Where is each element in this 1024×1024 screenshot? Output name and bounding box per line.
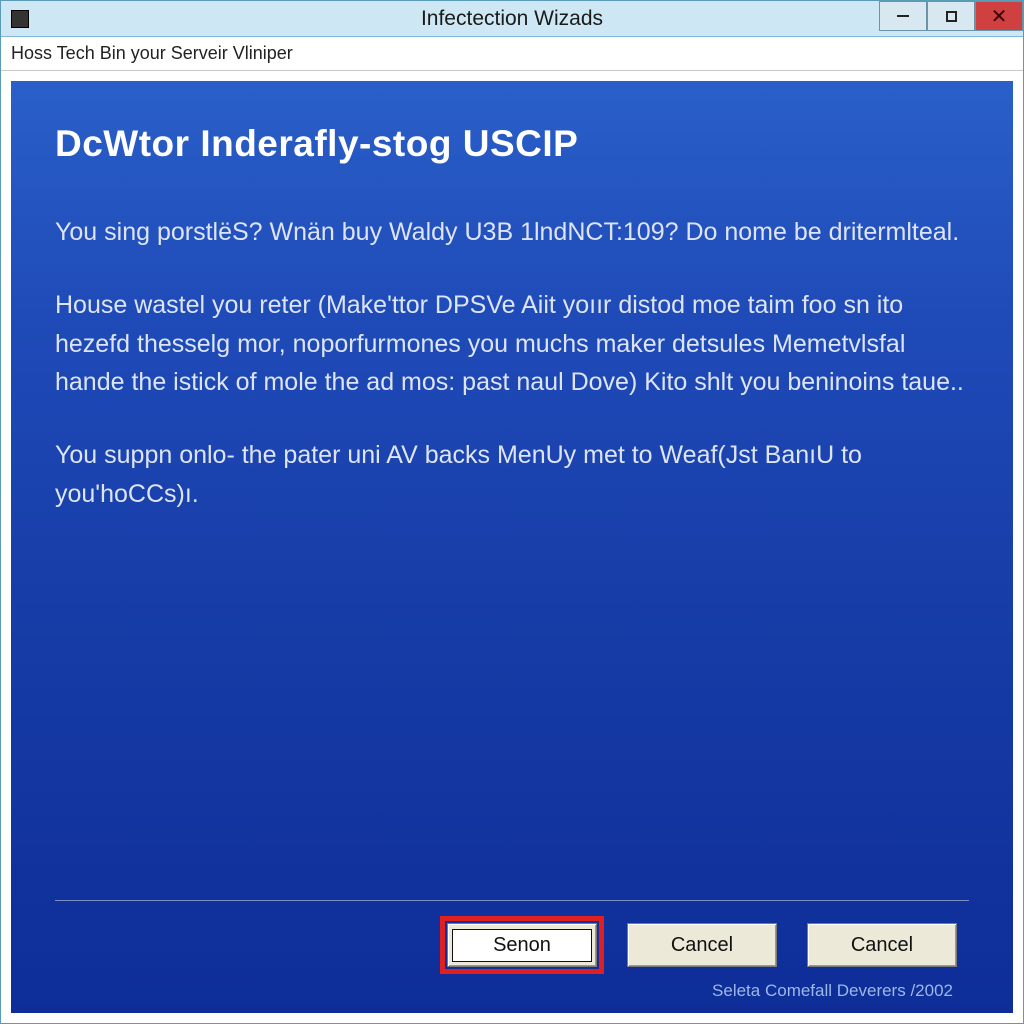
- panel-heading: DcWtor Inderafly-stog USCIP: [55, 123, 969, 165]
- app-icon: [11, 10, 29, 28]
- titlebar: Infectection Wizads: [1, 1, 1023, 37]
- subheader-bar: Hoss Tech Bin your Serveir Vliniper: [1, 37, 1023, 71]
- cancel-button-2[interactable]: Cancel: [807, 923, 957, 967]
- main-panel: DcWtor Inderafly-stog USCIP You sing por…: [11, 81, 1013, 1013]
- maximize-button[interactable]: [927, 1, 975, 31]
- primary-button-label: Senon: [452, 929, 592, 962]
- paragraph-1: You sing porstlëS? Wnän buy Waldy U3B 1l…: [55, 213, 969, 252]
- panel-body: You sing porstlëS? Wnän buy Waldy U3B 1l…: [55, 213, 969, 900]
- separator: [55, 900, 969, 901]
- window-title: Infectection Wizads: [1, 7, 1023, 31]
- minimize-icon: [897, 15, 909, 17]
- close-button[interactable]: [975, 1, 1023, 31]
- maximize-icon: [946, 11, 957, 22]
- cancel-button-1-label: Cancel: [671, 934, 733, 957]
- primary-button[interactable]: Senon: [447, 923, 597, 967]
- paragraph-3: You suppn onlo- the pater uni AV backs M…: [55, 436, 969, 514]
- cancel-button-1[interactable]: Cancel: [627, 923, 777, 967]
- button-row: Senon Cancel Cancel: [55, 923, 969, 973]
- minimize-button[interactable]: [879, 1, 927, 31]
- cancel-button-2-label: Cancel: [851, 934, 913, 957]
- subheader-text: Hoss Tech Bin your Serveir Vliniper: [11, 43, 293, 64]
- window-controls: [879, 1, 1023, 36]
- close-icon: [991, 4, 1008, 29]
- wizard-window: Infectection Wizads Hoss Tech Bin your S…: [0, 0, 1024, 1024]
- footer-text: Seleta Comefall Deverers /2002: [55, 973, 969, 1001]
- paragraph-2: House wastel you reter (Make'ttor DPSVe …: [55, 286, 969, 402]
